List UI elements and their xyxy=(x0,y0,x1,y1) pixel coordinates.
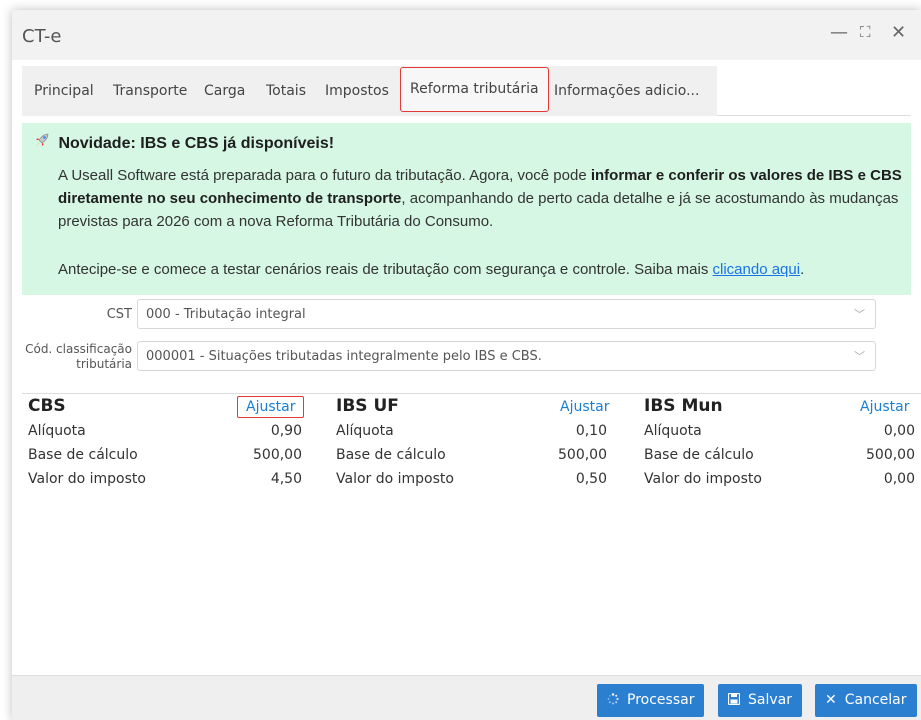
tab-strip: Principal Transporte Carga Totais Impost… xyxy=(22,66,717,116)
tab-transporte[interactable]: Transporte xyxy=(113,66,187,116)
close-icon[interactable]: ✕ xyxy=(891,22,906,43)
banner-p2-tail: . xyxy=(800,261,805,278)
close-icon: ✕ xyxy=(825,692,837,708)
cst-value: 000 - Tributação integral xyxy=(146,307,306,322)
process-label: Processar xyxy=(627,692,695,708)
ibs-mun-valor-value: 0,00 xyxy=(883,471,915,487)
ibs-mun-base-value: 500,00 xyxy=(866,447,915,463)
ibs-uf-base-label: Base de cálculo xyxy=(336,447,446,463)
cbs-aliquota-value: 0,90 xyxy=(270,423,302,439)
cancel-button[interactable]: ✕ Cancelar xyxy=(815,684,917,717)
minimize-icon[interactable]: — xyxy=(830,22,848,43)
class-label-line-2: tributária xyxy=(76,357,132,371)
ibs-uf-adjust-link[interactable]: Ajustar xyxy=(560,399,609,415)
tab-impostos[interactable]: Impostos xyxy=(325,66,389,116)
title-bar: CT-e — ⛶ ✕ xyxy=(12,10,921,60)
news-banner: Novidade: IBS e CBS já disponíveis! A Us… xyxy=(22,123,911,295)
learn-more-link[interactable]: clicando aqui xyxy=(713,261,801,278)
ibs-uf-title: IBS UF xyxy=(336,396,399,416)
rocket-icon xyxy=(34,132,54,153)
chevron-down-icon: ﹀ xyxy=(854,309,865,321)
banner-paragraph-1: A Useall Software está preparada para o … xyxy=(58,164,908,233)
tab-principal[interactable]: Principal xyxy=(34,66,94,116)
cbs-valor-value: 4,50 xyxy=(270,471,302,487)
cst-select[interactable]: 000 - Tributação integral ﹀ xyxy=(137,299,876,329)
maximize-icon[interactable]: ⛶ xyxy=(860,23,871,41)
ibs-uf-valor-label: Valor do imposto xyxy=(336,471,454,487)
cbs-base-value: 500,00 xyxy=(253,447,302,463)
tab-totais[interactable]: Totais xyxy=(266,66,306,116)
ibs-mun-base-label: Base de cálculo xyxy=(644,447,754,463)
banner-title-text: Novidade: IBS e CBS já disponíveis! xyxy=(58,135,335,152)
process-button[interactable]: Processar xyxy=(597,684,705,717)
save-label: Salvar xyxy=(748,692,792,708)
class-value: 000001 - Situações tributadas integralme… xyxy=(146,349,542,364)
ibs-mun-aliquota-value: 0,00 xyxy=(883,423,915,439)
cbs-aliquota-label: Alíquota xyxy=(28,423,86,439)
ibs-uf-aliquota-label: Alíquota xyxy=(336,423,394,439)
ibs-mun-valor-label: Valor do imposto xyxy=(644,471,762,487)
tab-informacoes-adicionais[interactable]: Informações adicio... xyxy=(554,66,699,116)
window-title: CT-e xyxy=(22,26,62,47)
banner-p2-text: Antecipe-se e comece a testar cenários r… xyxy=(58,261,713,278)
save-button[interactable]: Salvar xyxy=(718,684,802,717)
ibs-mun-adjust-link[interactable]: Ajustar xyxy=(860,399,909,415)
banner-paragraph-2: Antecipe-se e comece a testar cenários r… xyxy=(58,258,908,281)
ibs-uf-aliquota-value: 0,10 xyxy=(575,423,607,439)
cbs-valor-label: Valor do imposto xyxy=(28,471,146,487)
cbs-title: CBS xyxy=(28,396,66,416)
ibs-uf-base-value: 500,00 xyxy=(558,447,607,463)
class-select[interactable]: 000001 - Situações tributadas integralme… xyxy=(137,341,876,371)
banner-p1-text: A Useall Software está preparada para o … xyxy=(58,167,591,184)
banner-title: Novidade: IBS e CBS já disponíveis! xyxy=(34,132,334,153)
floppy-disk-icon xyxy=(727,684,741,717)
section-divider xyxy=(22,393,921,394)
dialog-footer: Processar Salvar ✕ Cancelar xyxy=(12,675,921,720)
spinner-icon xyxy=(607,684,619,717)
class-label: Cód. classificação tributária xyxy=(12,342,132,372)
tab-bar: Principal Transporte Carga Totais Impost… xyxy=(22,66,911,116)
cbs-adjust-link[interactable]: Ajustar xyxy=(237,396,305,418)
ibs-mun-aliquota-label: Alíquota xyxy=(644,423,702,439)
ibs-mun-title: IBS Mun xyxy=(644,396,723,416)
class-label-line-1: Cód. classificação xyxy=(25,342,132,356)
chevron-down-icon: ﹀ xyxy=(854,351,865,363)
ibs-uf-valor-value: 0,50 xyxy=(575,471,607,487)
tab-reforma-tributaria[interactable]: Reforma tributária xyxy=(400,67,549,112)
cancel-label: Cancelar xyxy=(844,692,907,708)
cbs-base-label: Base de cálculo xyxy=(28,447,138,463)
tab-carga[interactable]: Carga xyxy=(204,66,245,116)
cst-label: CST xyxy=(106,307,132,322)
ct-e-dialog: CT-e — ⛶ ✕ Principal Transporte Carga To… xyxy=(12,10,921,720)
